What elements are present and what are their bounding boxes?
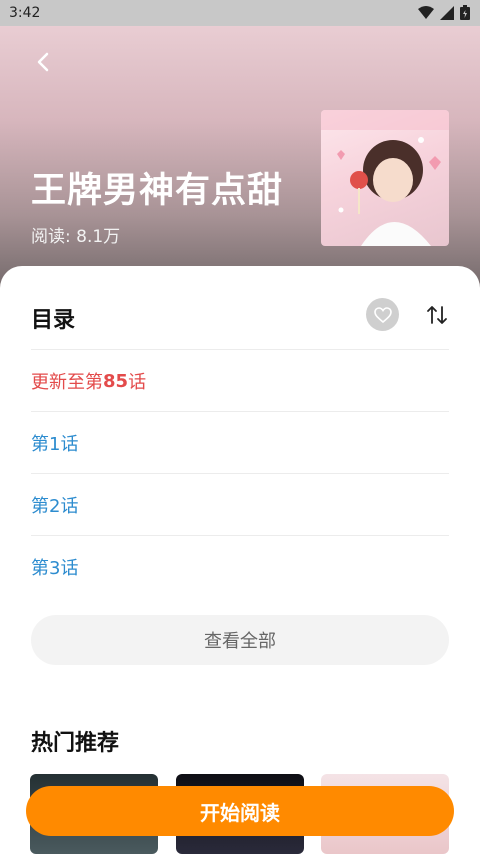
chapter-item[interactable]: 第1话 [31,411,449,474]
chapter-item[interactable]: 第3话 [31,535,449,598]
book-cover [321,110,449,246]
chapter-item[interactable]: 第2话 [31,473,449,536]
favorite-button[interactable] [366,298,399,331]
latest-update-row[interactable]: 更新至第 85 话 [31,349,449,412]
start-reading-button[interactable]: 开始阅读 [26,786,454,836]
recommend-heading: 热门推荐 [31,731,120,756]
heart-icon [373,306,392,323]
wifi-icon [418,5,434,19]
sort-icon[interactable] [424,302,450,328]
toc-heading: 目录 [31,308,76,333]
update-prefix: 更新至第 [31,372,103,393]
update-suffix: 话 [128,372,147,393]
book-title: 王牌男神有点甜 [31,171,284,211]
book-header: 王牌男神有点甜 阅读: 8.1万 [0,26,480,296]
read-count: 阅读: 8.1万 [31,227,121,247]
signal-icon [440,5,454,20]
cover-illustration [321,110,449,246]
back-icon[interactable] [30,48,58,76]
update-number: 85 [103,370,129,392]
status-bar: 3:42 [0,0,480,26]
battery-icon [460,5,470,20]
status-icons [418,5,470,20]
status-time: 3:42 [9,5,41,21]
view-all-button[interactable]: 查看全部 [31,615,449,665]
chapter-panel: 目录 更新至第 85 话 第1话 第2话 第3话 查看全部 热门推荐 [0,266,480,854]
